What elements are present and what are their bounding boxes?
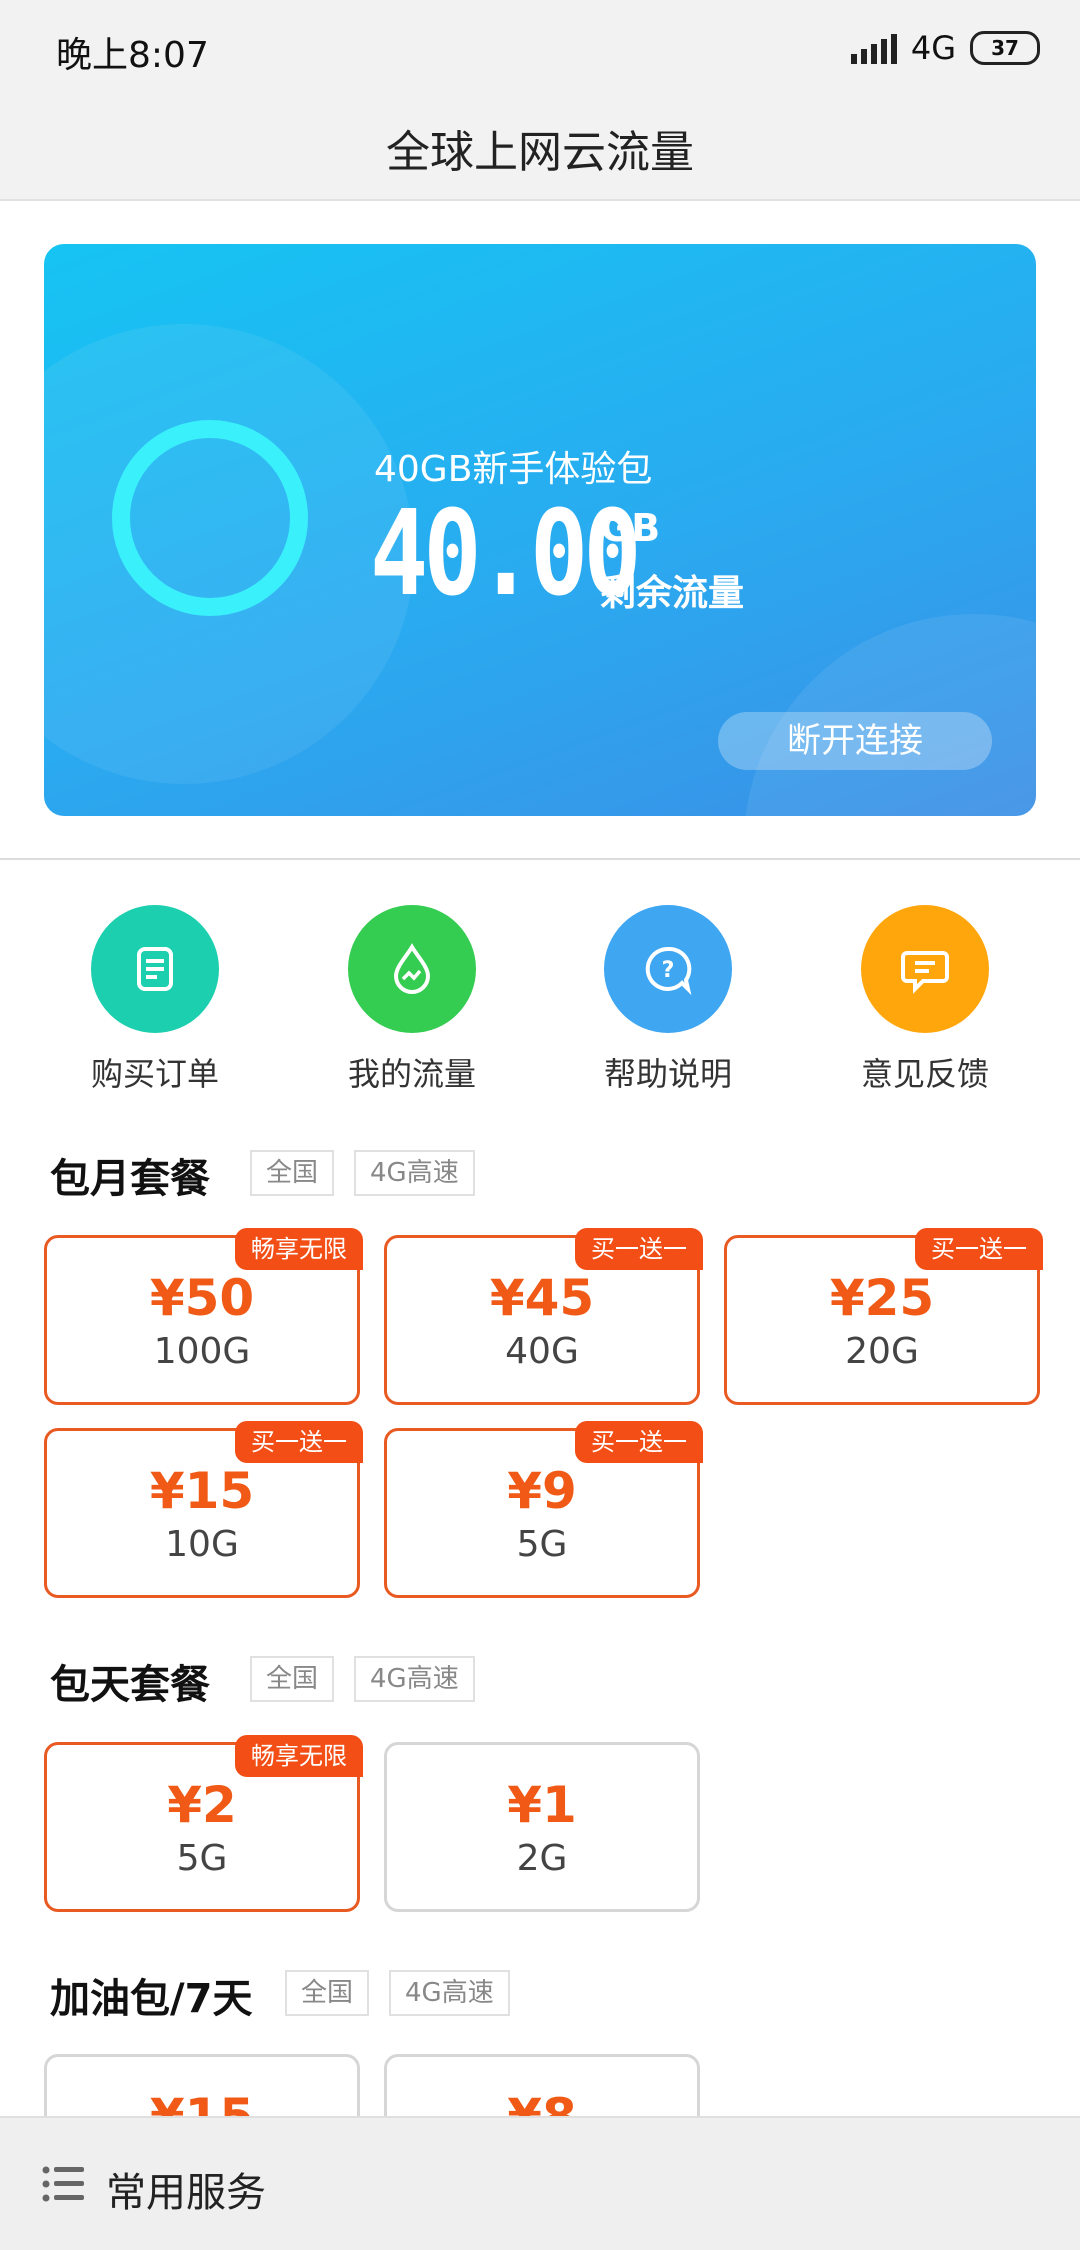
plan-badge: 买一送一: [235, 1421, 363, 1463]
plan-price: ¥45: [489, 1269, 595, 1327]
plan-price: ¥15: [149, 1462, 255, 1520]
plan-badge: 畅享无限: [235, 1228, 363, 1270]
quick-action-label: 帮助说明: [603, 1055, 732, 1093]
list-icon: [42, 2166, 84, 2202]
quick-action-orders[interactable]: 购买订单: [55, 905, 255, 1095]
quick-action-my-traffic[interactable]: 我的流量: [312, 905, 512, 1095]
status-indicators: 4G 37: [850, 28, 1040, 68]
plan-price: ¥50: [149, 1269, 255, 1327]
title-bar: 全球上网云流量: [0, 96, 1080, 201]
tag-speed: 4G高速: [354, 1656, 475, 1702]
plan-card[interactable]: 买一送一 ¥9 5G: [384, 1421, 703, 1598]
tag-region: 全国: [250, 1150, 335, 1196]
plan-price: ¥9: [507, 1462, 577, 1520]
remaining-amount: 40.00: [370, 484, 642, 622]
plan-size: 5G: [176, 1838, 228, 1879]
plan-badge: 畅享无限: [235, 1735, 363, 1777]
quick-action-help[interactable]: ? 帮助说明: [568, 905, 768, 1095]
traffic-card: 40GB新手体验包 40.00 GB 剩余流量 断开连接: [44, 244, 1036, 816]
plan-card[interactable]: 畅享无限 ¥2 5G: [44, 1735, 363, 1912]
usage-ring-icon: [112, 420, 308, 616]
plan-badge: 买一送一: [915, 1228, 1043, 1270]
plan-card[interactable]: 买一送一 ¥15 10G: [44, 1421, 363, 1598]
plan-price: ¥25: [829, 1269, 935, 1327]
signal-icon: [850, 32, 897, 64]
section-title-monthly: 包月套餐: [50, 1156, 210, 1202]
tag-region: 全国: [250, 1656, 335, 1702]
plan-card[interactable]: 买一送一 ¥45 40G: [384, 1228, 703, 1405]
quick-action-label: 意见反馈: [860, 1055, 989, 1093]
bottom-bar[interactable]: 常用服务: [0, 2116, 1080, 2250]
plan-size: 5G: [516, 1524, 568, 1565]
section-title-daily: 包天套餐: [50, 1662, 210, 1708]
plan-size: 20G: [845, 1331, 919, 1372]
tag-speed: 4G高速: [354, 1150, 475, 1196]
tag-region: 全国: [285, 1970, 370, 2016]
quick-action-label: 购买订单: [90, 1055, 219, 1093]
battery-icon: 37: [970, 31, 1040, 65]
quick-action-feedback[interactable]: 意见反馈: [825, 905, 1025, 1095]
plan-size: 100G: [153, 1331, 251, 1372]
plan-badge: 买一送一: [575, 1421, 703, 1463]
svg-text:?: ?: [662, 958, 675, 983]
plan-price: ¥1: [507, 1776, 577, 1834]
plan-card[interactable]: 买一送一 ¥25 20G: [724, 1228, 1043, 1405]
quick-action-label: 我的流量: [347, 1055, 476, 1093]
disconnect-button[interactable]: 断开连接: [718, 712, 992, 770]
feedback-icon: [861, 905, 989, 1033]
network-type: 4G: [910, 29, 956, 67]
order-icon: [91, 905, 219, 1033]
plan-card[interactable]: ¥1 2G: [384, 1742, 700, 1912]
status-time: 晚上8:07: [56, 35, 209, 76]
plan-price: ¥2: [167, 1776, 237, 1834]
plan-card[interactable]: 畅享无限 ¥50 100G: [44, 1228, 363, 1405]
drop-icon: [348, 905, 476, 1033]
remaining-label: 剩余流量: [600, 573, 745, 614]
amount-unit: GB: [600, 506, 661, 550]
plan-size: 10G: [165, 1524, 239, 1565]
tag-speed: 4G高速: [389, 1970, 510, 2016]
help-icon: ?: [604, 905, 732, 1033]
plan-size: 2G: [516, 1838, 568, 1879]
status-bar: 晚上8:07 4G 37: [0, 0, 1080, 96]
section-title-addon: 加油包/7天: [50, 1976, 253, 2022]
page-title: 全球上网云流量: [386, 126, 694, 178]
divider: [0, 858, 1080, 860]
common-services-label: 常用服务: [106, 2170, 266, 2216]
plan-size: 40G: [505, 1331, 579, 1372]
plan-badge: 买一送一: [575, 1228, 703, 1270]
